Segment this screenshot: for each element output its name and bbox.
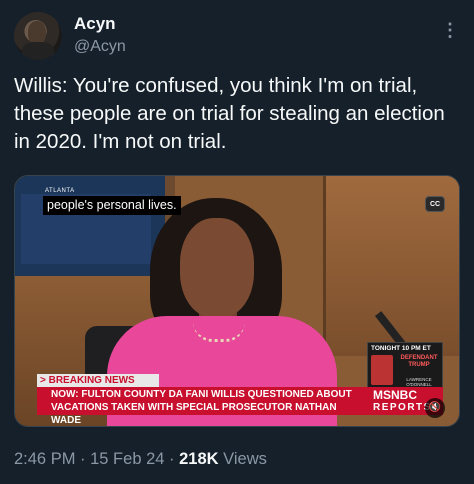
more-options-icon[interactable]: ⋮ — [440, 20, 460, 40]
closed-captions-icon[interactable]: CC — [425, 196, 445, 212]
person-face — [180, 218, 254, 318]
tweet-meta: 2:46 PM · 15 Feb 24 · 218K Views — [14, 450, 267, 469]
avatar[interactable] — [14, 12, 62, 60]
meta-separator: · — [75, 450, 91, 468]
breaking-news-label: > BREAKING NEWS — [37, 374, 159, 387]
promo-time: TONIGHT 10 PM ET — [371, 345, 431, 352]
author-handle[interactable]: @Acyn — [74, 38, 126, 56]
tweet-header: Acyn @Acyn ⋮ — [14, 12, 460, 62]
tweet-text: Willis: You're confused, you think I'm o… — [14, 74, 445, 153]
speaker-muted-icon[interactable]: 🔇 — [425, 398, 445, 418]
background-screen: ATLANTA — [15, 176, 165, 276]
video-caption: people's personal lives. — [43, 196, 181, 215]
avatar-body — [22, 42, 54, 60]
news-ticker: NOW: FULTON COUNTY DA FANI WILLIS QUESTI… — [37, 387, 367, 426]
views-label: Views — [218, 450, 267, 468]
tweet-time[interactable]: 2:46 PM — [14, 450, 75, 468]
promo-title: DEFENDANT TRUMP — [400, 355, 438, 368]
author-name[interactable]: Acyn — [74, 14, 116, 34]
screen-label: ATLANTA — [45, 188, 75, 194]
views-count: 218K — [179, 450, 219, 468]
network-reports-text: REPORTS — [373, 402, 432, 413]
promo-host: LAWRENCE O'DONNELL — [406, 377, 432, 387]
tweet-date[interactable]: 15 Feb 24 — [90, 450, 164, 468]
meta-separator: · — [164, 450, 180, 468]
video-player[interactable]: ATLANTA people's personal lives. CC TONI… — [14, 175, 460, 427]
promo-thumbnail — [371, 355, 393, 385]
network-logo-text: MSNBC — [373, 388, 417, 402]
show-promo: TONIGHT 10 PM ET DEFENDANT TRUMP LAWRENC… — [367, 342, 443, 388]
